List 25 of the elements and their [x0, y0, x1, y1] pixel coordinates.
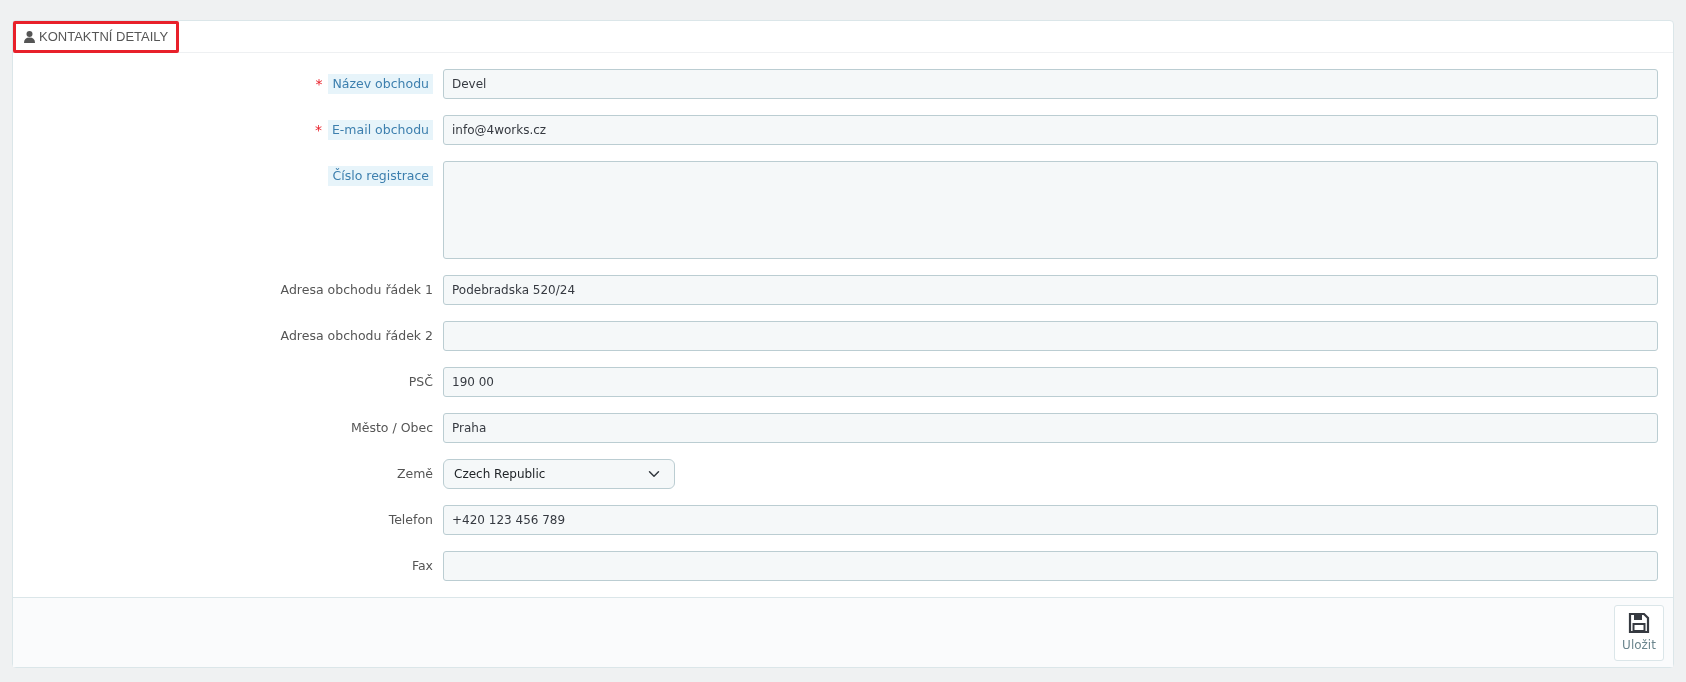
- field-label: Číslo registrace: [328, 165, 433, 187]
- user-icon: [24, 30, 35, 43]
- field-label: Telefon: [388, 510, 433, 529]
- field-label: Název obchodu: [328, 73, 433, 95]
- input-field[interactable]: [443, 321, 1658, 351]
- input-field[interactable]: +420 123 456 789: [443, 505, 1658, 535]
- text-area[interactable]: [443, 161, 1658, 259]
- field-label: Adresa obchodu řádek 2: [280, 326, 433, 345]
- input-field[interactable]: [443, 551, 1658, 581]
- input-field[interactable]: Devel: [443, 69, 1658, 99]
- field-label: Fax: [411, 556, 433, 575]
- save-button[interactable]: Uložit: [1614, 604, 1664, 661]
- input-field[interactable]: Podebradska 520/24: [443, 275, 1658, 305]
- required-asterisk: *: [315, 74, 323, 94]
- required-asterisk: *: [314, 120, 322, 140]
- field-label: E-mail obchodu: [327, 119, 433, 141]
- field-label: Město / Obec: [350, 418, 433, 437]
- field-label: Země: [396, 464, 433, 483]
- panel-title: KONTAKTNÍ DETAILY: [39, 27, 169, 46]
- country-select[interactable]: Czech Republic: [443, 459, 675, 489]
- input-field[interactable]: info@4works.cz: [443, 115, 1658, 145]
- field-label: PSČ: [408, 372, 433, 391]
- input-field[interactable]: 190 00: [443, 367, 1658, 397]
- input-field[interactable]: Praha: [443, 413, 1658, 443]
- field-label: Adresa obchodu řádek 1: [280, 280, 433, 299]
